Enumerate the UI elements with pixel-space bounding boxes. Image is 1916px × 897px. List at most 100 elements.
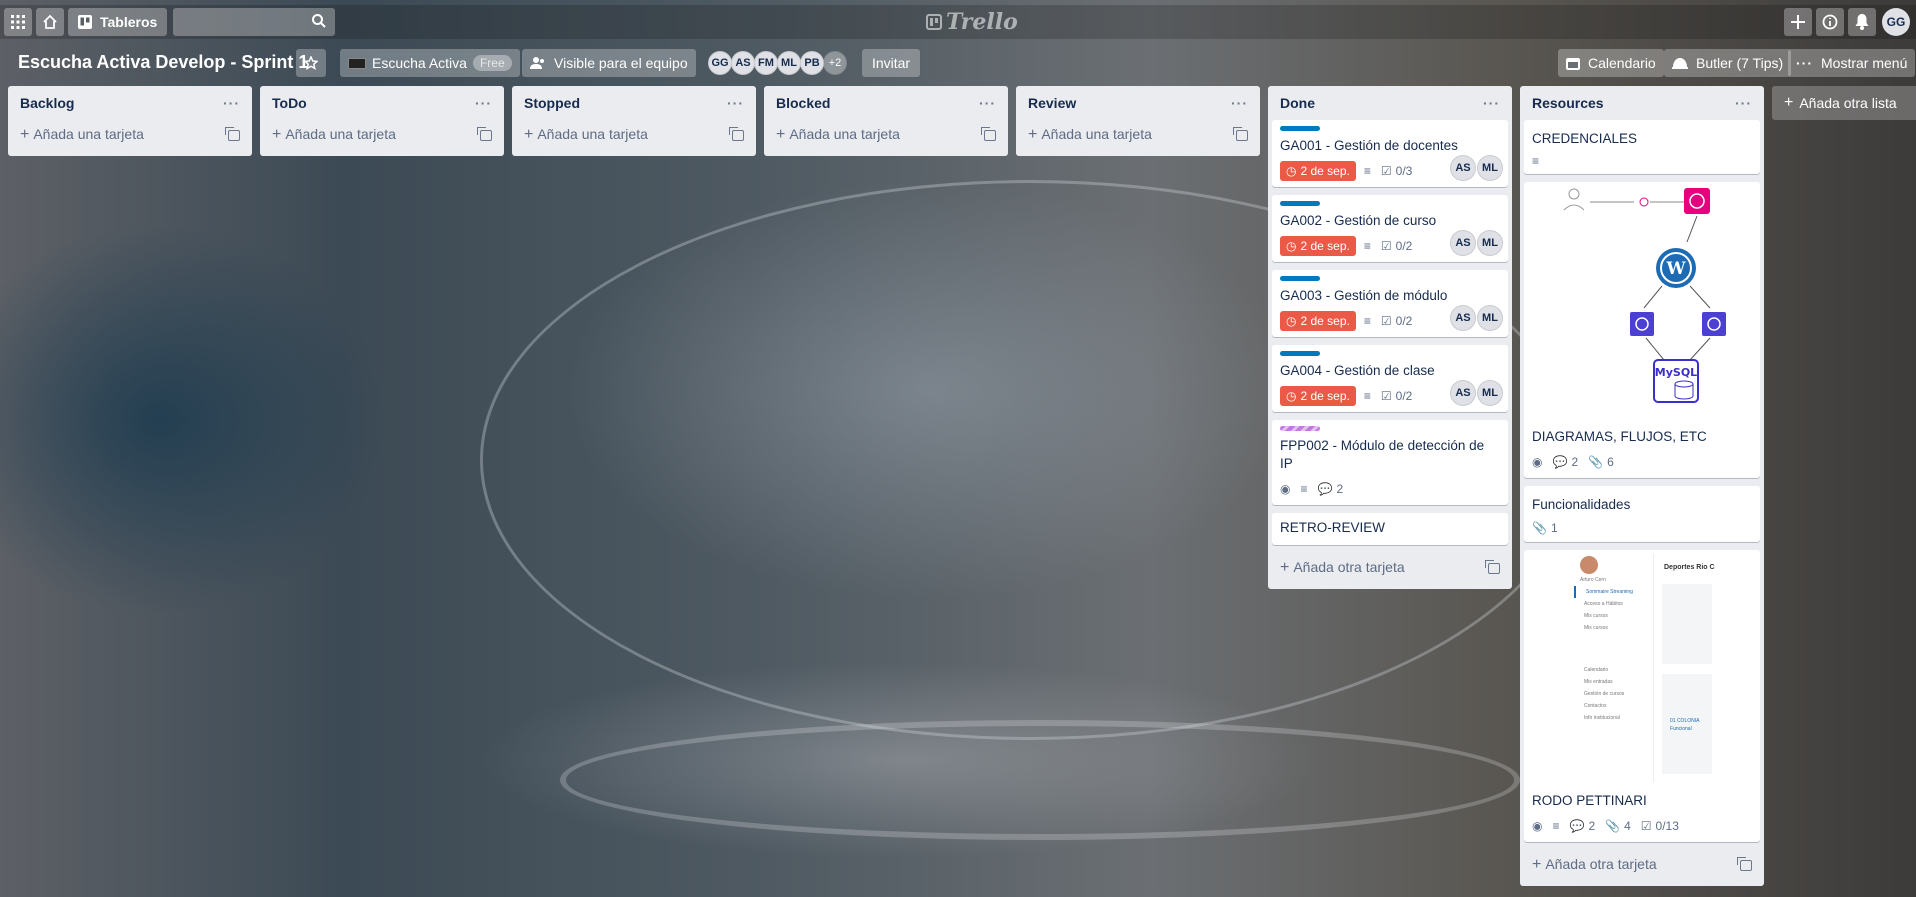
search-icon[interactable] bbox=[311, 13, 327, 29]
list-done[interactable]: Done ··· GA001 - Gestión de docentes ◷ 2 … bbox=[1268, 86, 1512, 589]
member-avatar[interactable]: ML bbox=[1477, 230, 1503, 256]
card-template-icon[interactable] bbox=[1737, 856, 1752, 871]
butler-button[interactable]: Butler (7 Tips) bbox=[1664, 49, 1792, 77]
list-menu-icon[interactable]: ··· bbox=[727, 95, 744, 111]
add-card-button[interactable]: + Añada otra tarjeta bbox=[1524, 850, 1760, 880]
due-date-badge[interactable]: ◷ 2 de sep. bbox=[1280, 386, 1356, 406]
card-fpp002[interactable]: FPP002 - Módulo de detección de IP ◉ ≡ 💬… bbox=[1272, 420, 1508, 505]
due-date-badge[interactable]: ◷ 2 de sep. bbox=[1280, 236, 1356, 256]
add-list-button[interactable]: + Añada otra lista bbox=[1772, 86, 1916, 120]
card-ga002[interactable]: GA002 - Gestión de curso ◷ 2 de sep. ≡ ☑ 0… bbox=[1272, 195, 1508, 262]
list-menu-icon[interactable]: ··· bbox=[1483, 95, 1500, 111]
card-label[interactable] bbox=[1280, 126, 1320, 131]
member-avatar[interactable]: GG bbox=[708, 51, 732, 75]
list-review[interactable]: Review ··· + Añada una tarjeta bbox=[1016, 86, 1260, 156]
list-title[interactable]: Blocked bbox=[776, 95, 830, 111]
search-box[interactable] bbox=[173, 8, 336, 36]
card-template-icon[interactable] bbox=[1233, 126, 1248, 141]
checkbox-icon: ☑ bbox=[1380, 389, 1392, 403]
list-todo[interactable]: ToDo ··· + Añada una tarjeta bbox=[260, 86, 504, 156]
list-title[interactable]: Resources bbox=[1532, 95, 1604, 111]
list-stopped[interactable]: Stopped ··· + Añada una tarjeta bbox=[512, 86, 756, 156]
list-menu-icon[interactable]: ··· bbox=[475, 95, 492, 111]
card-ga001[interactable]: GA001 - Gestión de docentes ◷ 2 de sep. ≡… bbox=[1272, 120, 1508, 187]
card-members: AS ML bbox=[1448, 155, 1503, 181]
add-card-button[interactable]: + Añada una tarjeta bbox=[768, 120, 1004, 150]
card-cover-diagram: W MySQL bbox=[1524, 182, 1760, 422]
team-logo-icon bbox=[348, 57, 366, 69]
list-menu-icon[interactable]: ··· bbox=[223, 95, 240, 111]
add-card-button[interactable]: + Añada una tarjeta bbox=[516, 120, 752, 150]
description-icon: ≡ bbox=[1363, 314, 1371, 328]
more-members-button[interactable]: +2 bbox=[823, 51, 847, 75]
due-date-badge[interactable]: ◷ 2 de sep. bbox=[1280, 311, 1356, 331]
trello-logo[interactable]: Trello bbox=[926, 9, 1018, 35]
member-avatar[interactable]: PB bbox=[800, 51, 824, 75]
board-title[interactable]: Escucha Activa Develop - Sprint 1 bbox=[18, 52, 308, 73]
add-card-button[interactable]: + Añada una tarjeta bbox=[264, 120, 500, 150]
show-menu-button[interactable]: ··· Mostrar menú bbox=[1788, 49, 1916, 77]
list-blocked[interactable]: Blocked ··· + Añada una tarjeta bbox=[764, 86, 1008, 156]
team-button[interactable]: Escucha Activa Free bbox=[340, 49, 520, 77]
add-card-button[interactable]: + Añada una tarjeta bbox=[1020, 120, 1256, 150]
checklist-count: 0/2 bbox=[1395, 314, 1413, 328]
card-diagramas[interactable]: W MySQL DIAGRAMAS, FLUJOS, ETC ◉ 💬 2 📎 6 bbox=[1524, 182, 1760, 478]
list-header: ToDo ··· bbox=[264, 86, 500, 120]
due-date-text: 2 de sep. bbox=[1300, 389, 1350, 403]
boards-button[interactable]: Tableros bbox=[68, 8, 168, 36]
add-card-label: Añada una tarjeta bbox=[789, 126, 900, 142]
screenshot-menu-item: Info institucional bbox=[1584, 715, 1620, 721]
member-avatar[interactable]: AS bbox=[1450, 380, 1476, 406]
due-date-badge[interactable]: ◷ 2 de sep. bbox=[1280, 161, 1356, 181]
card-retro-review[interactable]: RETRO-REVIEW bbox=[1272, 513, 1508, 545]
card-funcionalidades[interactable]: Funcionalidades 📎 1 bbox=[1524, 486, 1760, 542]
plan-badge: Free bbox=[472, 55, 512, 71]
member-avatar[interactable]: AS bbox=[1450, 155, 1476, 181]
member-avatar[interactable]: ML bbox=[1477, 305, 1503, 331]
list-title[interactable]: Done bbox=[1280, 95, 1315, 111]
card-credenciales[interactable]: CREDENCIALES ≡ bbox=[1524, 120, 1760, 174]
apps-button[interactable] bbox=[4, 8, 32, 36]
info-button[interactable] bbox=[1816, 8, 1844, 36]
list-title[interactable]: Backlog bbox=[20, 95, 74, 111]
member-avatar[interactable]: AS bbox=[1450, 230, 1476, 256]
member-avatar[interactable]: ML bbox=[1477, 380, 1503, 406]
list-menu-icon[interactable]: ··· bbox=[1735, 95, 1752, 111]
card-template-icon[interactable] bbox=[981, 126, 996, 141]
list-menu-icon[interactable]: ··· bbox=[979, 95, 996, 111]
card-ga004[interactable]: GA004 - Gestión de clase ◷ 2 de sep. ≡ ☑ 0… bbox=[1272, 345, 1508, 412]
add-card-button[interactable]: + Añada otra tarjeta bbox=[1272, 553, 1508, 583]
member-avatar[interactable]: AS bbox=[731, 51, 755, 75]
card-rodo-pettinari[interactable]: Arturo Cern Sommaire Streaming Acceso a … bbox=[1524, 550, 1760, 842]
card-template-icon[interactable] bbox=[225, 126, 240, 141]
member-avatar[interactable]: ML bbox=[777, 51, 801, 75]
list-title[interactable]: Stopped bbox=[524, 95, 580, 111]
invite-button[interactable]: Invitar bbox=[862, 49, 920, 77]
member-avatar[interactable]: AS bbox=[1450, 305, 1476, 331]
card-label[interactable] bbox=[1280, 351, 1320, 356]
card-label[interactable] bbox=[1280, 426, 1320, 431]
add-card-button[interactable]: + Añada una tarjeta bbox=[12, 120, 248, 150]
card-label[interactable] bbox=[1280, 201, 1320, 206]
notifications-button[interactable] bbox=[1848, 8, 1876, 36]
member-avatar[interactable]: ML bbox=[1477, 155, 1503, 181]
create-button[interactable] bbox=[1784, 8, 1812, 36]
visibility-button[interactable]: Visible para el equipo bbox=[522, 49, 696, 77]
mysql-label: MySQL bbox=[1655, 366, 1697, 379]
user-avatar[interactable]: GG bbox=[1882, 8, 1910, 36]
card-ga003[interactable]: GA003 - Gestión de módulo ◷ 2 de sep. ≡ ☑… bbox=[1272, 270, 1508, 337]
card-template-icon[interactable] bbox=[1485, 559, 1500, 574]
list-backlog[interactable]: Backlog ··· + Añada una tarjeta bbox=[8, 86, 252, 156]
calendar-button[interactable]: Calendario bbox=[1558, 49, 1664, 77]
card-template-icon[interactable] bbox=[729, 126, 744, 141]
star-board-button[interactable] bbox=[296, 49, 326, 77]
list-resources[interactable]: Resources ··· CREDENCIALES ≡ W MySQL DIA… bbox=[1520, 86, 1764, 886]
card-template-icon[interactable] bbox=[477, 126, 492, 141]
list-menu-icon[interactable]: ··· bbox=[1231, 95, 1248, 111]
list-title[interactable]: Review bbox=[1028, 95, 1076, 111]
screenshot-user-name: Arturo Cern bbox=[1580, 577, 1606, 583]
home-button[interactable] bbox=[36, 8, 64, 36]
member-avatar[interactable]: FM bbox=[754, 51, 778, 75]
card-label[interactable] bbox=[1280, 276, 1320, 281]
list-title[interactable]: ToDo bbox=[272, 95, 307, 111]
